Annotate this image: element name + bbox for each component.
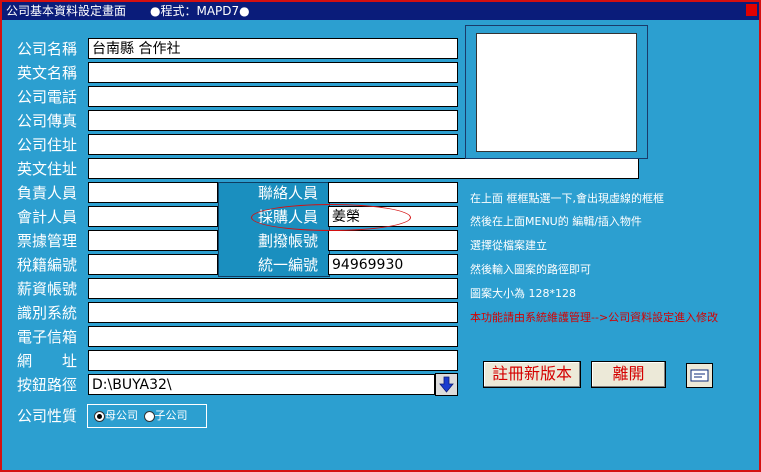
help-button[interactable] [686,363,713,388]
payroll-account-input[interactable] [88,278,458,299]
arrow-down-icon [439,376,454,393]
owner-label: 負責人員 [17,184,78,202]
company-type-radio-group: 母公司 子公司 [87,404,207,428]
website-input[interactable] [88,350,458,371]
window-title: 公司基本資料設定畫面 [6,4,127,18]
transfer-account-label: 劃撥帳號 [258,232,319,250]
button-path-label: 按鈕路徑 [17,376,78,394]
radio-sub-company[interactable] [143,410,155,422]
radio-parent-company[interactable] [94,410,105,422]
bill-manager-input[interactable] [88,230,218,251]
logo-image-box[interactable] [476,33,637,152]
contact-input[interactable] [328,182,458,203]
id-system-label: 識別系統 [17,304,78,322]
info-line-2: 然後在上面MENU的 編輯/插入物件 [470,215,642,228]
register-new-version-button[interactable]: 註冊新版本 [483,361,581,388]
help-icon [690,369,709,382]
title-bar: 公司基本資料設定畫面 ●程式：MAPD7● [2,2,759,20]
info-line-1: 在上面 框框點選一下,會出現虛線的框框 [470,192,664,205]
contact-label: 聯絡人員 [258,184,319,202]
highlight-ellipse [251,204,411,231]
tax-id-label: 稅籍編號 [17,256,78,274]
close-box-icon[interactable] [746,4,757,16]
website-label-b: 址 [62,352,78,370]
info-line-3: 選擇從檔案建立 [470,239,547,252]
owner-input[interactable] [88,182,218,203]
fax-label: 公司傳真 [17,112,78,130]
info-warning: 本功能請由系統維護管理-->公司資料設定進入修改 [470,311,719,324]
website-label-a: 網 [17,352,33,370]
company-name-label: 公司名稱 [17,40,78,58]
unified-number-label: 統一編號 [258,256,319,274]
company-name-input[interactable]: 台南縣 合作社 [88,38,458,59]
unified-number-input[interactable]: 94969930 [328,254,458,275]
email-input[interactable] [88,326,458,347]
radio-sub-label: 子公司 [154,409,188,422]
info-line-4: 然後輸入圖案的路徑即可 [470,263,591,276]
info-line-5: 圖案大小為 128*128 [470,287,576,300]
path-dropdown-button[interactable] [435,373,458,396]
phone-input[interactable] [88,86,458,107]
email-label: 電子信箱 [17,328,78,346]
radio-parent-label: 母公司 [105,409,138,422]
english-name-input[interactable] [88,62,458,83]
company-settings-window: 公司基本資料設定畫面 ●程式：MAPD7● 公司名稱 英文名稱 公司電話 公司傳… [0,0,761,472]
transfer-account-input[interactable] [328,230,458,251]
accountant-label: 會計人員 [17,208,78,226]
payroll-account-label: 薪資帳號 [17,280,78,298]
company-type-label: 公司性質 [17,407,78,425]
fax-input[interactable] [88,110,458,131]
button-path-select[interactable]: D:\BUYA32\ [88,374,435,395]
address-input[interactable] [88,134,458,155]
bill-manager-label: 票據管理 [17,232,78,250]
english-name-label: 英文名稱 [17,64,78,82]
english-address-label: 英文住址 [17,160,78,178]
address-label: 公司住址 [17,136,78,154]
tax-id-input[interactable] [88,254,218,275]
accountant-input[interactable] [88,206,218,227]
id-system-input[interactable] [88,302,458,323]
logo-image-frame [465,25,648,159]
exit-button[interactable]: 離開 [591,361,666,388]
english-address-input[interactable] [88,158,639,179]
program-code: ●程式：MAPD7● [150,4,250,18]
phone-label: 公司電話 [17,88,78,106]
